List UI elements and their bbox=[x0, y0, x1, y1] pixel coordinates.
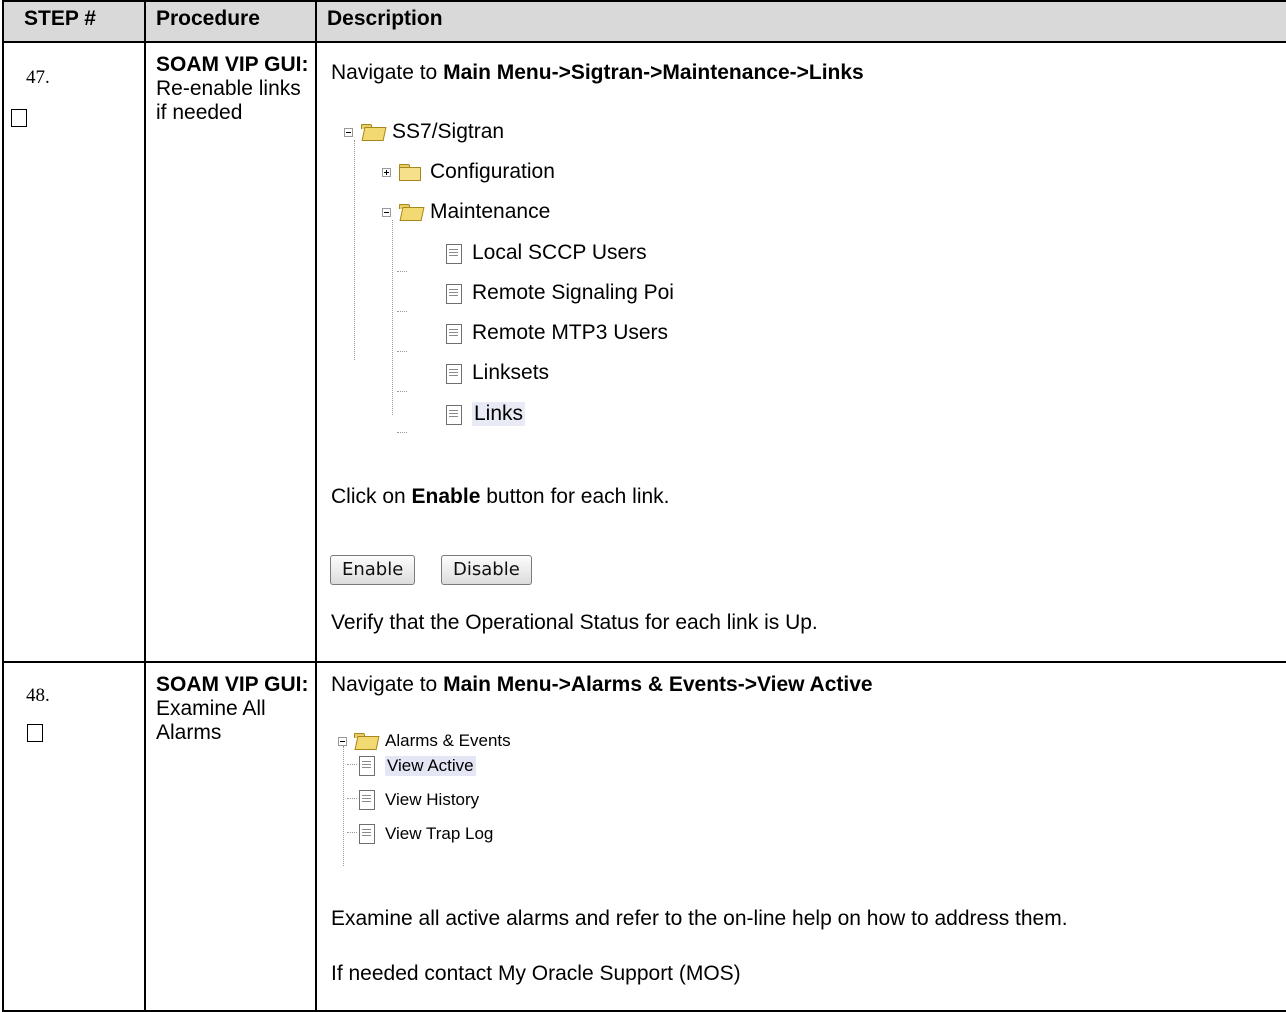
table-row-step-48: 48. SOAM VIP GUI: Examine All Alarms Nav… bbox=[2, 661, 1286, 1012]
tree-node-sigtran[interactable]: SS7/Sigtran bbox=[344, 120, 504, 144]
enable-button[interactable]: Enable bbox=[330, 555, 416, 585]
procedure-cell: SOAM VIP GUI: Re-enable links if needed bbox=[144, 41, 317, 663]
folder-open-icon bbox=[354, 733, 376, 749]
document-icon bbox=[445, 323, 463, 344]
step-checkbox[interactable] bbox=[27, 724, 43, 742]
collapse-icon[interactable] bbox=[338, 736, 347, 746]
contact-text: If needed contact My Oracle Support (MOS… bbox=[331, 962, 741, 985]
tree-node-alarms-events[interactable]: Alarms & Events bbox=[338, 731, 511, 751]
procedure-header: Procedure bbox=[144, 0, 317, 43]
document-icon bbox=[445, 243, 463, 264]
folder-icon bbox=[399, 164, 421, 181]
tree-node-maintenance[interactable]: Maintenance bbox=[382, 200, 550, 224]
expand-icon[interactable] bbox=[382, 167, 391, 177]
examine-text: Examine all active alarms and refer to t… bbox=[331, 907, 1068, 930]
tree-item-view-trap-log[interactable]: View Trap Log bbox=[358, 823, 493, 844]
procedure-title: SOAM VIP GUI: bbox=[156, 53, 309, 76]
collapse-icon[interactable] bbox=[344, 127, 353, 137]
step-number: 48. bbox=[26, 685, 50, 706]
tree-item-view-history[interactable]: View History bbox=[358, 789, 479, 810]
document-icon bbox=[445, 404, 463, 425]
collapse-icon[interactable] bbox=[382, 207, 391, 217]
nav-path: Main Menu->Sigtran->Maintenance->Links bbox=[443, 61, 864, 84]
tree-item-links[interactable]: Links bbox=[445, 402, 526, 426]
nav-path: Main Menu->Alarms & Events->View Active bbox=[443, 673, 873, 696]
tree-item-view-active[interactable]: View Active bbox=[358, 755, 476, 776]
document-icon bbox=[445, 283, 463, 304]
folder-open-icon bbox=[361, 124, 383, 140]
description-cell: Navigate to Main Menu->Alarms & Events->… bbox=[315, 661, 1286, 1012]
table-row-step-47: 47. SOAM VIP GUI: Re-enable links if nee… bbox=[2, 41, 1286, 663]
description-cell: Navigate to Main Menu->Sigtran->Maintena… bbox=[315, 41, 1286, 663]
folder-open-icon bbox=[399, 204, 421, 220]
document-icon bbox=[445, 363, 463, 384]
procedure-cell: SOAM VIP GUI: Examine All Alarms bbox=[144, 661, 317, 1012]
tree-node-configuration[interactable]: Configuration bbox=[382, 160, 555, 184]
nav-instruction: Navigate to Main Menu->Sigtran->Maintena… bbox=[331, 61, 864, 84]
procedure-text: Examine All Alarms bbox=[156, 697, 266, 744]
step-header: STEP # bbox=[2, 0, 146, 43]
tree-item-linksets[interactable]: Linksets bbox=[445, 361, 549, 385]
procedure-text: Re-enable links if needed bbox=[156, 77, 301, 124]
step-cell: 48. bbox=[2, 661, 146, 1012]
description-header: Description bbox=[315, 0, 1286, 43]
procedure-title: SOAM VIP GUI: bbox=[156, 673, 309, 696]
tree-item-remote-mtp3-users[interactable]: Remote MTP3 Users bbox=[445, 321, 668, 345]
step-cell: 47. bbox=[2, 41, 146, 663]
click-instruction: Click on Enable button for each link. bbox=[331, 485, 670, 508]
nav-instruction: Navigate to Main Menu->Alarms & Events->… bbox=[331, 673, 873, 696]
disable-button[interactable]: Disable bbox=[441, 555, 532, 585]
document-icon bbox=[358, 755, 376, 776]
step-checkbox[interactable] bbox=[11, 109, 27, 127]
tree-item-remote-signaling-points[interactable]: Remote Signaling Poi bbox=[445, 281, 674, 305]
document-icon bbox=[358, 789, 376, 810]
tree-item-local-sccp-users[interactable]: Local SCCP Users bbox=[445, 241, 647, 265]
table-header-row: STEP # Procedure Description bbox=[2, 0, 1286, 43]
procedure-table: STEP # Procedure Description 47. SOAM VI… bbox=[2, 0, 1286, 1012]
step-number: 47. bbox=[26, 67, 50, 88]
verify-text: Verify that the Operational Status for e… bbox=[331, 611, 818, 634]
document-icon bbox=[358, 823, 376, 844]
